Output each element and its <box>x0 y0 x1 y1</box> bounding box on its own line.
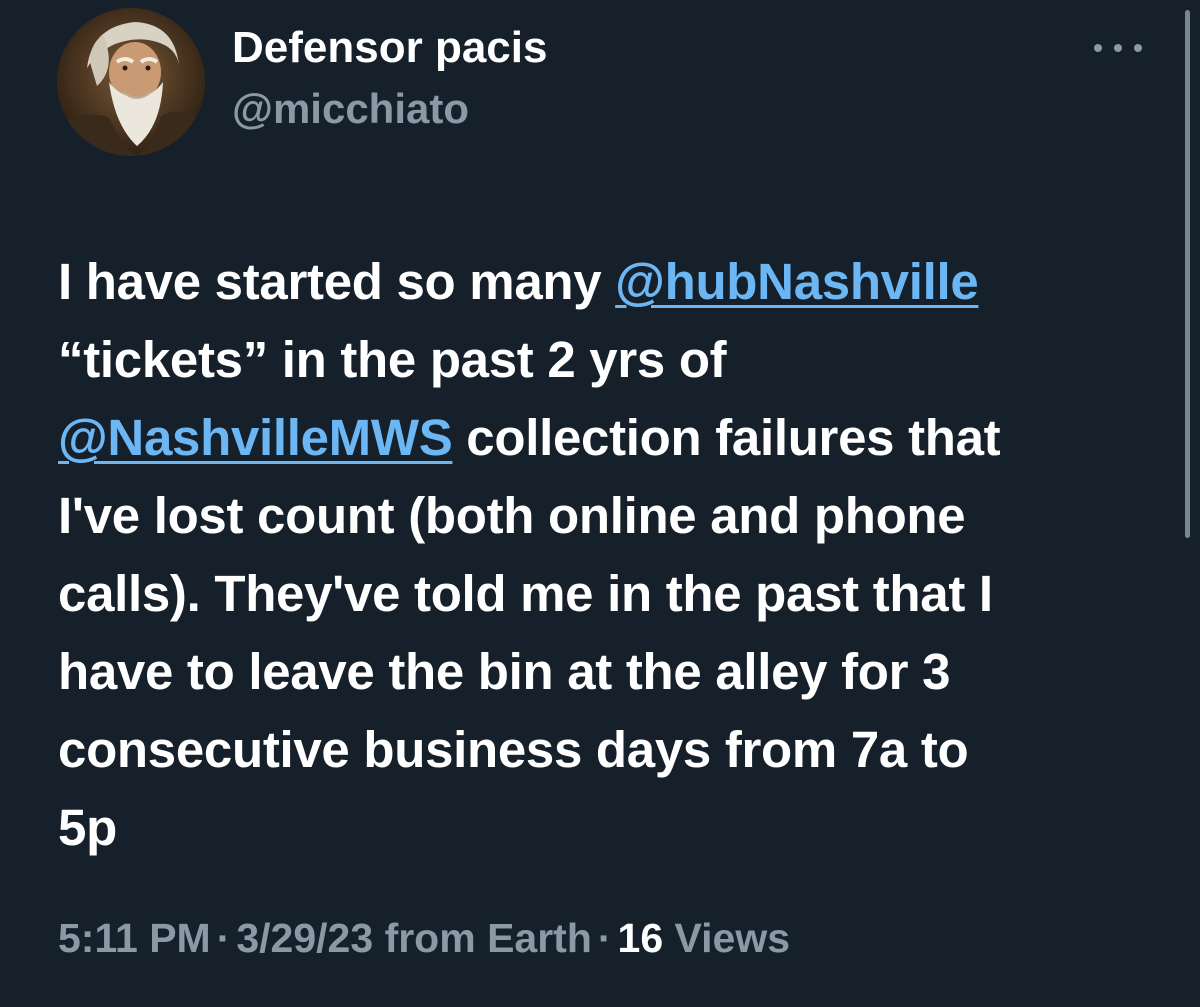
tweet-text-line: “tickets” in the past 2 yrs of <box>58 321 1158 399</box>
mention-link[interactable]: @hubNashville <box>615 253 979 310</box>
avatar[interactable] <box>57 8 205 156</box>
scrollbar[interactable] <box>1185 10 1190 538</box>
more-options-button[interactable] <box>1094 36 1142 60</box>
tweet-text-line: calls). They've told me in the past that… <box>58 555 1158 633</box>
tweet-text-line: 5p <box>58 789 1158 867</box>
timestamp-time[interactable]: 5:11 PM <box>58 915 211 961</box>
tweet-text: I have started so many @hubNashville “tic… <box>58 243 1158 867</box>
separator: · <box>216 915 231 961</box>
tweet-text-segment: collection failures that <box>452 409 1001 466</box>
more-horizontal-icon-dot <box>1114 44 1122 52</box>
more-horizontal-icon <box>1094 44 1102 52</box>
tweet-text-segment: I have started so many <box>58 253 616 310</box>
tweet-text-segment: I've lost count (both online and phone <box>58 487 966 544</box>
tweet-text-line: I've lost count (both online and phone <box>58 477 1158 555</box>
tweet-text-segment: 5p <box>58 799 117 856</box>
display-name[interactable]: Defensor pacis <box>232 22 547 74</box>
source-label: from Earth <box>384 915 592 961</box>
tweet-text-line: consecutive business days from 7a to <box>58 711 1158 789</box>
tweet-text-line: I have started so many @hubNashville <box>58 243 1158 321</box>
views-count[interactable]: 16 <box>618 915 664 961</box>
more-horizontal-icon-dot <box>1134 44 1142 52</box>
tweet-text-segment: “tickets” in the past 2 yrs of <box>58 331 727 388</box>
separator: · <box>597 915 612 961</box>
tweet-text-segment: consecutive business days from 7a to <box>58 721 969 778</box>
tweet[interactable]: Defensor pacis @micchiato I have started… <box>0 0 1200 1007</box>
handle[interactable]: @micchiato <box>232 84 469 134</box>
tweet-text-segment: have to leave the bin at the alley for 3 <box>58 643 951 700</box>
tweet-text-line: @NashvilleMWS collection failures that <box>58 399 1158 477</box>
views-label[interactable]: Views <box>675 915 791 961</box>
tweet-text-line: have to leave the bin at the alley for 3 <box>58 633 1158 711</box>
tweet-text-segment: calls). They've told me in the past that… <box>58 565 993 622</box>
mention-link[interactable]: @NashvilleMWS <box>58 409 453 466</box>
timestamp-date[interactable]: 3/29/23 <box>236 915 373 961</box>
bearded-man-portrait-icon <box>57 8 205 156</box>
tweet-meta: 5:11 PM · 3/29/23 from Earth · 16 Views <box>58 910 790 966</box>
